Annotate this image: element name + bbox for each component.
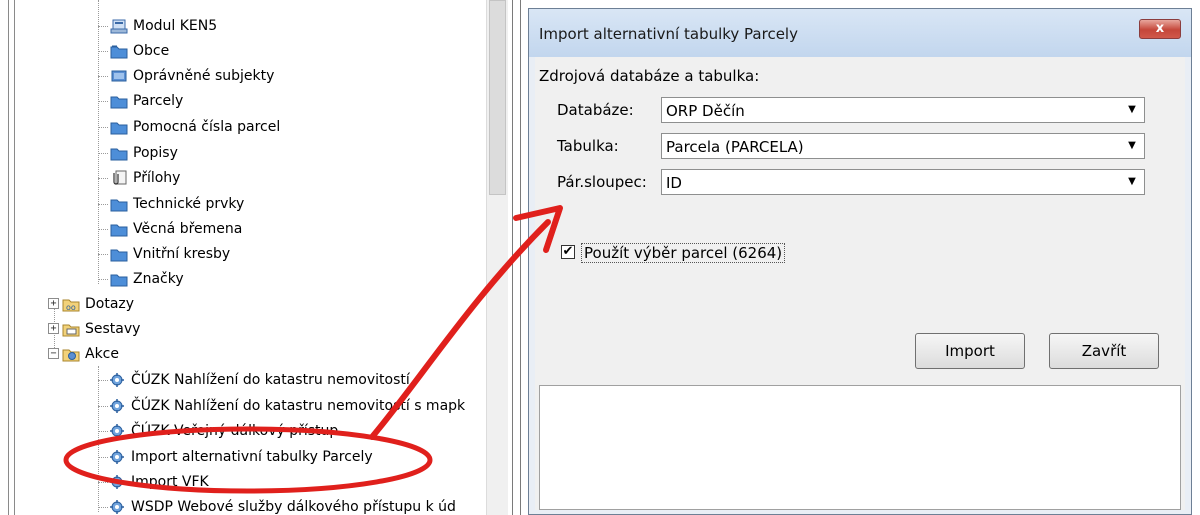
- gear-icon: [108, 423, 126, 439]
- module-icon: [110, 18, 128, 34]
- tree-item-vecna-bremena[interactable]: Věcná břemena: [98, 217, 242, 241]
- tree-item-label: Popisy: [133, 145, 178, 161]
- table-value: Parcela (PARCELA): [666, 138, 804, 156]
- tree-item-label: Vnitřní kresby: [133, 246, 231, 262]
- folder-icon: [110, 93, 128, 109]
- database-select[interactable]: ORP Děčín ▼: [661, 97, 1145, 123]
- tree-action-cuzk-nahlizeni-mapa[interactable]: ČÚZK Nahlížení do katastru nemovitostí s…: [98, 394, 465, 418]
- log-output-area[interactable]: [539, 385, 1181, 510]
- tree-item-prilohy[interactable]: Přílohy: [98, 166, 180, 190]
- gear-icon: [108, 474, 126, 490]
- chevron-down-icon[interactable]: ▼: [1122, 136, 1142, 156]
- tree-pane: Modul KEN5 Obce Oprávněné subjekty Parce…: [0, 0, 486, 515]
- tree-group-sestavy[interactable]: Sestavy: [62, 317, 140, 341]
- dialog-title-bar[interactable]: Import alternativní tabulky Parcely x: [529, 9, 1191, 57]
- table-icon: [110, 68, 128, 84]
- tree-item-technicke-prvky[interactable]: Technické prvky: [98, 192, 244, 216]
- tree-action-import-alternativni-tabulky[interactable]: Import alternativní tabulky Parcely: [98, 445, 373, 469]
- tree-guide-line: [14, 0, 15, 515]
- tree-action-label: WSDP Webové služby dálkového přístupu k …: [131, 499, 456, 515]
- table-label: Tabulka:: [557, 137, 619, 155]
- use-selection-checkbox[interactable]: ✔: [561, 245, 575, 259]
- tree-group-label: Akce: [85, 346, 119, 362]
- database-value: ORP Děčín: [666, 102, 745, 120]
- expand-sestavy-button[interactable]: +: [48, 323, 59, 334]
- tree-action-label: ČÚZK Veřejný dálkový přístup: [131, 423, 339, 439]
- import-dialog: Import alternativní tabulky Parcely x Zd…: [528, 8, 1192, 515]
- dialog-title: Import alternativní tabulky Parcely: [539, 25, 798, 43]
- svg-text:oo: oo: [66, 303, 76, 312]
- collapse-akce-button[interactable]: −: [48, 348, 59, 359]
- pane-splitter[interactable]: [508, 0, 526, 515]
- tree-item-znacky[interactable]: Značky: [98, 267, 184, 291]
- close-icon[interactable]: x: [1139, 19, 1181, 39]
- tree-item-label: Věcná břemena: [133, 221, 243, 237]
- tree-group-label: Sestavy: [85, 321, 141, 337]
- tree-scrollbar[interactable]: [486, 0, 508, 515]
- report-folder-icon: [62, 321, 80, 337]
- folder-icon: [110, 246, 128, 262]
- use-selection-label[interactable]: Použít výběr parcel (6264): [581, 243, 786, 263]
- database-label: Databáze:: [557, 101, 634, 119]
- expand-dotazy-button[interactable]: +: [48, 298, 59, 309]
- attachment-icon: [110, 170, 128, 186]
- pair-column-label: Pár.sloupec:: [557, 173, 647, 191]
- tree-action-label: ČÚZK Nahlížení do katastru nemovitostí: [131, 372, 410, 388]
- tree-group-dotazy[interactable]: oo Dotazy: [62, 292, 134, 316]
- import-button[interactable]: Import: [915, 333, 1025, 369]
- tree-item-label: Obce: [133, 43, 170, 59]
- chevron-down-icon[interactable]: ▼: [1122, 100, 1142, 120]
- tree-action-cuzk-verejny[interactable]: ČÚZK Veřejný dálkový přístup: [98, 419, 338, 443]
- tree-item-pomocna-cisla-parcel[interactable]: Pomocná čísla parcel: [98, 115, 280, 139]
- folder-icon: [110, 221, 128, 237]
- tree-group-akce[interactable]: Akce: [62, 342, 119, 366]
- tree-item-label: Modul KEN5: [133, 18, 218, 34]
- tree-group-label: Dotazy: [85, 296, 135, 312]
- source-heading: Zdrojová databáze a tabulka:: [539, 67, 760, 85]
- tree-item-parcely[interactable]: Parcely: [98, 89, 183, 113]
- gear-icon: [108, 372, 126, 388]
- pair-column-value: ID: [666, 174, 682, 192]
- tree-item-label: Pomocná čísla parcel: [133, 119, 281, 135]
- folder-icon: [110, 145, 128, 161]
- folder-icon: [110, 271, 128, 287]
- table-select[interactable]: Parcela (PARCELA) ▼: [661, 133, 1145, 159]
- folder-icon: [110, 119, 128, 135]
- tree-item-label: Parcely: [133, 93, 184, 109]
- action-folder-icon: [62, 346, 80, 362]
- pair-column-select[interactable]: ID ▼: [661, 169, 1145, 195]
- folder-icon: [110, 43, 128, 59]
- close-button[interactable]: Zavřít: [1049, 333, 1159, 369]
- tree-item-popisy[interactable]: Popisy: [98, 141, 178, 165]
- tree-item-label: Značky: [133, 271, 184, 287]
- tree-item-opravnene-subjekty[interactable]: Oprávněné subjekty: [98, 64, 274, 88]
- tree-item-vnitrni-kresby[interactable]: Vnitřní kresby: [98, 242, 230, 266]
- tree-item-modul-ken5[interactable]: Modul KEN5: [98, 14, 217, 38]
- tree-action-label: Import VFK: [131, 474, 209, 490]
- tree-item-obce[interactable]: Obce: [98, 39, 169, 63]
- gear-icon: [108, 499, 126, 515]
- tree-guide-line: [8, 0, 9, 515]
- tree-action-label: Import alternativní tabulky Parcely: [131, 449, 373, 465]
- dialog-body: Zdrojová databáze a tabulka: Databáze: O…: [535, 57, 1185, 510]
- tree-item-label: Oprávněné subjekty: [133, 68, 275, 84]
- tree-scrollbar-thumb[interactable]: [489, 0, 506, 195]
- gear-icon: [108, 398, 126, 414]
- tree-action-import-vfk[interactable]: Import VFK: [98, 470, 209, 494]
- tree-item-label: Technické prvky: [133, 196, 245, 212]
- chevron-down-icon[interactable]: ▼: [1122, 172, 1142, 192]
- gear-icon: [108, 449, 126, 465]
- folder-icon: [110, 196, 128, 212]
- query-folder-icon: oo: [62, 296, 80, 312]
- tree-action-cuzk-nahlizeni[interactable]: ČÚZK Nahlížení do katastru nemovitostí: [98, 368, 410, 392]
- tree-item-label: Přílohy: [133, 170, 181, 186]
- tree-action-wsdp[interactable]: WSDP Webové služby dálkového přístupu k …: [98, 495, 456, 515]
- tree-action-label: ČÚZK Nahlížení do katastru nemovitostí s…: [131, 398, 466, 414]
